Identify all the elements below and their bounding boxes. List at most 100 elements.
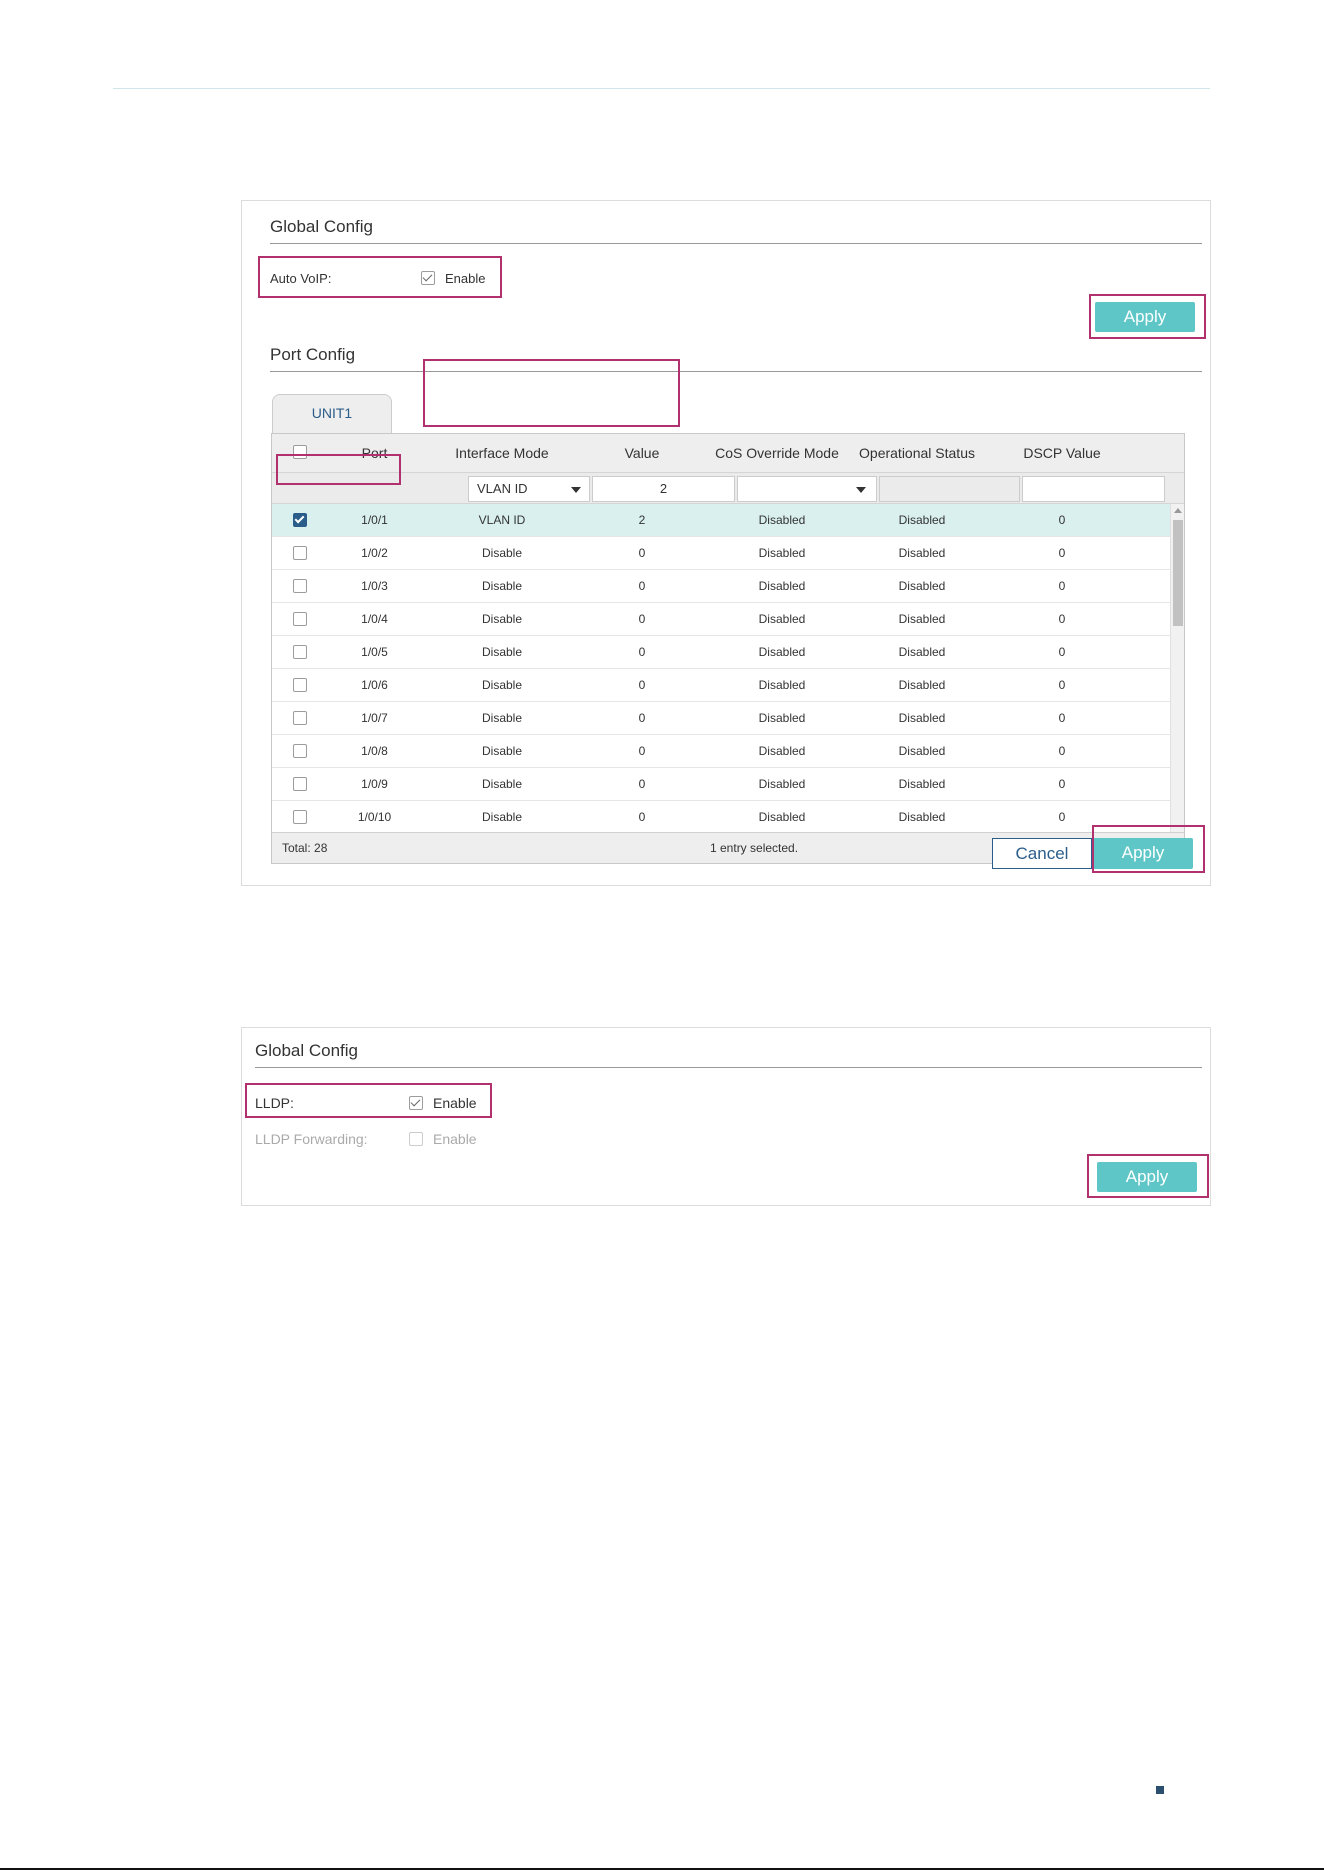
cell-value: 0 — [638, 546, 646, 560]
cell-value: 0 — [638, 612, 646, 626]
chevron-down-icon — [856, 487, 866, 493]
table-row[interactable]: 1/0/9 Disable 0 Disabled Disabled 0 — [272, 768, 1170, 801]
row-checkbox[interactable] — [293, 777, 307, 791]
page-top-rule — [113, 88, 1210, 89]
table-row[interactable]: 1/0/5 Disable 0 Disabled Disabled 0 — [272, 636, 1170, 669]
cell-operational-status: Disabled — [898, 645, 946, 659]
cell-interface-mode: VLAN ID — [478, 513, 526, 527]
selection-status: 1 entry selected. — [710, 841, 799, 855]
interface-mode-select[interactable]: VLAN ID — [468, 476, 590, 502]
scrollbar-thumb[interactable] — [1173, 520, 1183, 626]
cell-cos-override-mode: Disabled — [758, 810, 806, 824]
table-row[interactable]: 1/0/6 Disable 0 Disabled Disabled 0 — [272, 669, 1170, 702]
cell-cos-override-mode: Disabled — [758, 744, 806, 758]
cell-operational-status: Disabled — [898, 678, 946, 692]
cell-cos-override-mode: Disabled — [758, 645, 806, 659]
column-header-dscp-value[interactable]: DSCP Value — [992, 434, 1132, 472]
check-icon — [422, 271, 433, 282]
interface-mode-select-value: VLAN ID — [477, 481, 528, 496]
cell-port: 1/0/9 — [361, 777, 388, 791]
port-apply-button[interactable]: Apply — [1093, 838, 1193, 869]
cell-interface-mode: Disable — [481, 678, 523, 692]
cell-dscp-value: 0 — [1058, 744, 1066, 758]
cancel-button[interactable]: Cancel — [992, 838, 1092, 869]
scroll-up-icon[interactable] — [1174, 508, 1182, 513]
port-config-rule — [270, 371, 1202, 372]
cell-interface-mode: Disable — [481, 579, 523, 593]
row-checkbox[interactable] — [293, 711, 307, 725]
select-all-checkbox[interactable] — [293, 445, 307, 459]
page-marker — [1156, 1786, 1164, 1794]
cell-dscp-value: 0 — [1058, 579, 1066, 593]
column-header-value[interactable]: Value — [572, 434, 712, 472]
cell-dscp-value: 0 — [1058, 513, 1066, 527]
cell-interface-mode: Disable — [481, 777, 523, 791]
cell-port: 1/0/4 — [361, 612, 388, 626]
lldp-label: LLDP: — [255, 1095, 294, 1111]
global-config-title: Global Config — [270, 217, 374, 236]
table-row[interactable]: 1/0/1 VLAN ID 2 Disabled Disabled 0 — [272, 504, 1170, 537]
cell-operational-status: Disabled — [898, 744, 946, 758]
cell-cos-override-mode: Disabled — [758, 546, 806, 560]
lldp-global-config-rule — [255, 1067, 1202, 1068]
cell-interface-mode: Disable — [481, 645, 523, 659]
cell-port: 1/0/3 — [361, 579, 388, 593]
table-row[interactable]: 1/0/10 Disable 0 Disabled Disabled 0 — [272, 801, 1170, 832]
row-checkbox[interactable] — [293, 579, 307, 593]
row-checkbox[interactable] — [293, 513, 307, 527]
lldp-global-config-title: Global Config — [255, 1041, 359, 1060]
check-icon — [294, 513, 305, 524]
table-row[interactable]: 1/0/8 Disable 0 Disabled Disabled 0 — [272, 735, 1170, 768]
cell-port: 1/0/7 — [361, 711, 388, 725]
table-row[interactable]: 1/0/3 Disable 0 Disabled Disabled 0 — [272, 570, 1170, 603]
page-bottom-rule — [0, 1868, 1324, 1870]
cell-port: 1/0/5 — [361, 645, 388, 659]
column-header-operational-status[interactable]: Operational Status — [847, 434, 987, 472]
cell-port: 1/0/2 — [361, 546, 388, 560]
cell-dscp-value: 0 — [1058, 612, 1066, 626]
dscp-value-input[interactable] — [1022, 476, 1165, 502]
table-row[interactable]: 1/0/7 Disable 0 Disabled Disabled 0 — [272, 702, 1170, 735]
column-header-port[interactable]: Port — [332, 434, 417, 472]
table-row[interactable]: 1/0/4 Disable 0 Disabled Disabled 0 — [272, 603, 1170, 636]
row-checkbox[interactable] — [293, 546, 307, 560]
row-checkbox[interactable] — [293, 810, 307, 824]
cell-cos-override-mode: Disabled — [758, 612, 806, 626]
lldp-forwarding-checkbox[interactable] — [409, 1132, 423, 1146]
auto-voip-enable-checkbox[interactable] — [421, 271, 435, 285]
port-config-title: Port Config — [270, 345, 356, 364]
row-checkbox[interactable] — [293, 744, 307, 758]
table-scrollbar[interactable] — [1170, 504, 1184, 832]
row-checkbox[interactable] — [293, 645, 307, 659]
cos-override-select[interactable] — [737, 476, 877, 502]
row-checkbox[interactable] — [293, 678, 307, 692]
auto-voip-enable-label: Enable — [445, 271, 486, 286]
cell-operational-status: Disabled — [898, 513, 946, 527]
tab-unit1[interactable]: UNIT1 — [272, 394, 392, 434]
cell-operational-status: Disabled — [898, 612, 946, 626]
chevron-down-icon — [571, 487, 581, 493]
operational-status-filter — [879, 476, 1020, 502]
column-header-interface-mode[interactable]: Interface Mode — [432, 434, 572, 472]
column-header-cos-override-mode[interactable]: CoS Override Mode — [712, 434, 842, 472]
table-row[interactable]: 1/0/2 Disable 0 Disabled Disabled 0 — [272, 537, 1170, 570]
row-checkbox[interactable] — [293, 612, 307, 626]
cell-operational-status: Disabled — [898, 777, 946, 791]
cell-cos-override-mode: Disabled — [758, 513, 806, 527]
cell-value: 0 — [638, 678, 646, 692]
cell-cos-override-mode: Disabled — [758, 579, 806, 593]
cell-cos-override-mode: Disabled — [758, 777, 806, 791]
cell-operational-status: Disabled — [898, 579, 946, 593]
value-input[interactable]: 2 — [592, 476, 735, 502]
cell-operational-status: Disabled — [898, 711, 946, 725]
global-apply-button[interactable]: Apply — [1095, 302, 1195, 332]
cell-dscp-value: 0 — [1058, 645, 1066, 659]
table-body: 1/0/1 VLAN ID 2 Disabled Disabled 0 1/0/2 Disab… — [272, 504, 1170, 832]
lldp-enable-checkbox[interactable] — [409, 1096, 423, 1110]
cell-operational-status: Disabled — [898, 810, 946, 824]
cell-dscp-value: 0 — [1058, 546, 1066, 560]
cell-interface-mode: Disable — [481, 744, 523, 758]
cell-value: 0 — [638, 711, 646, 725]
cell-value: 0 — [638, 579, 646, 593]
lldp-apply-button[interactable]: Apply — [1097, 1162, 1197, 1192]
